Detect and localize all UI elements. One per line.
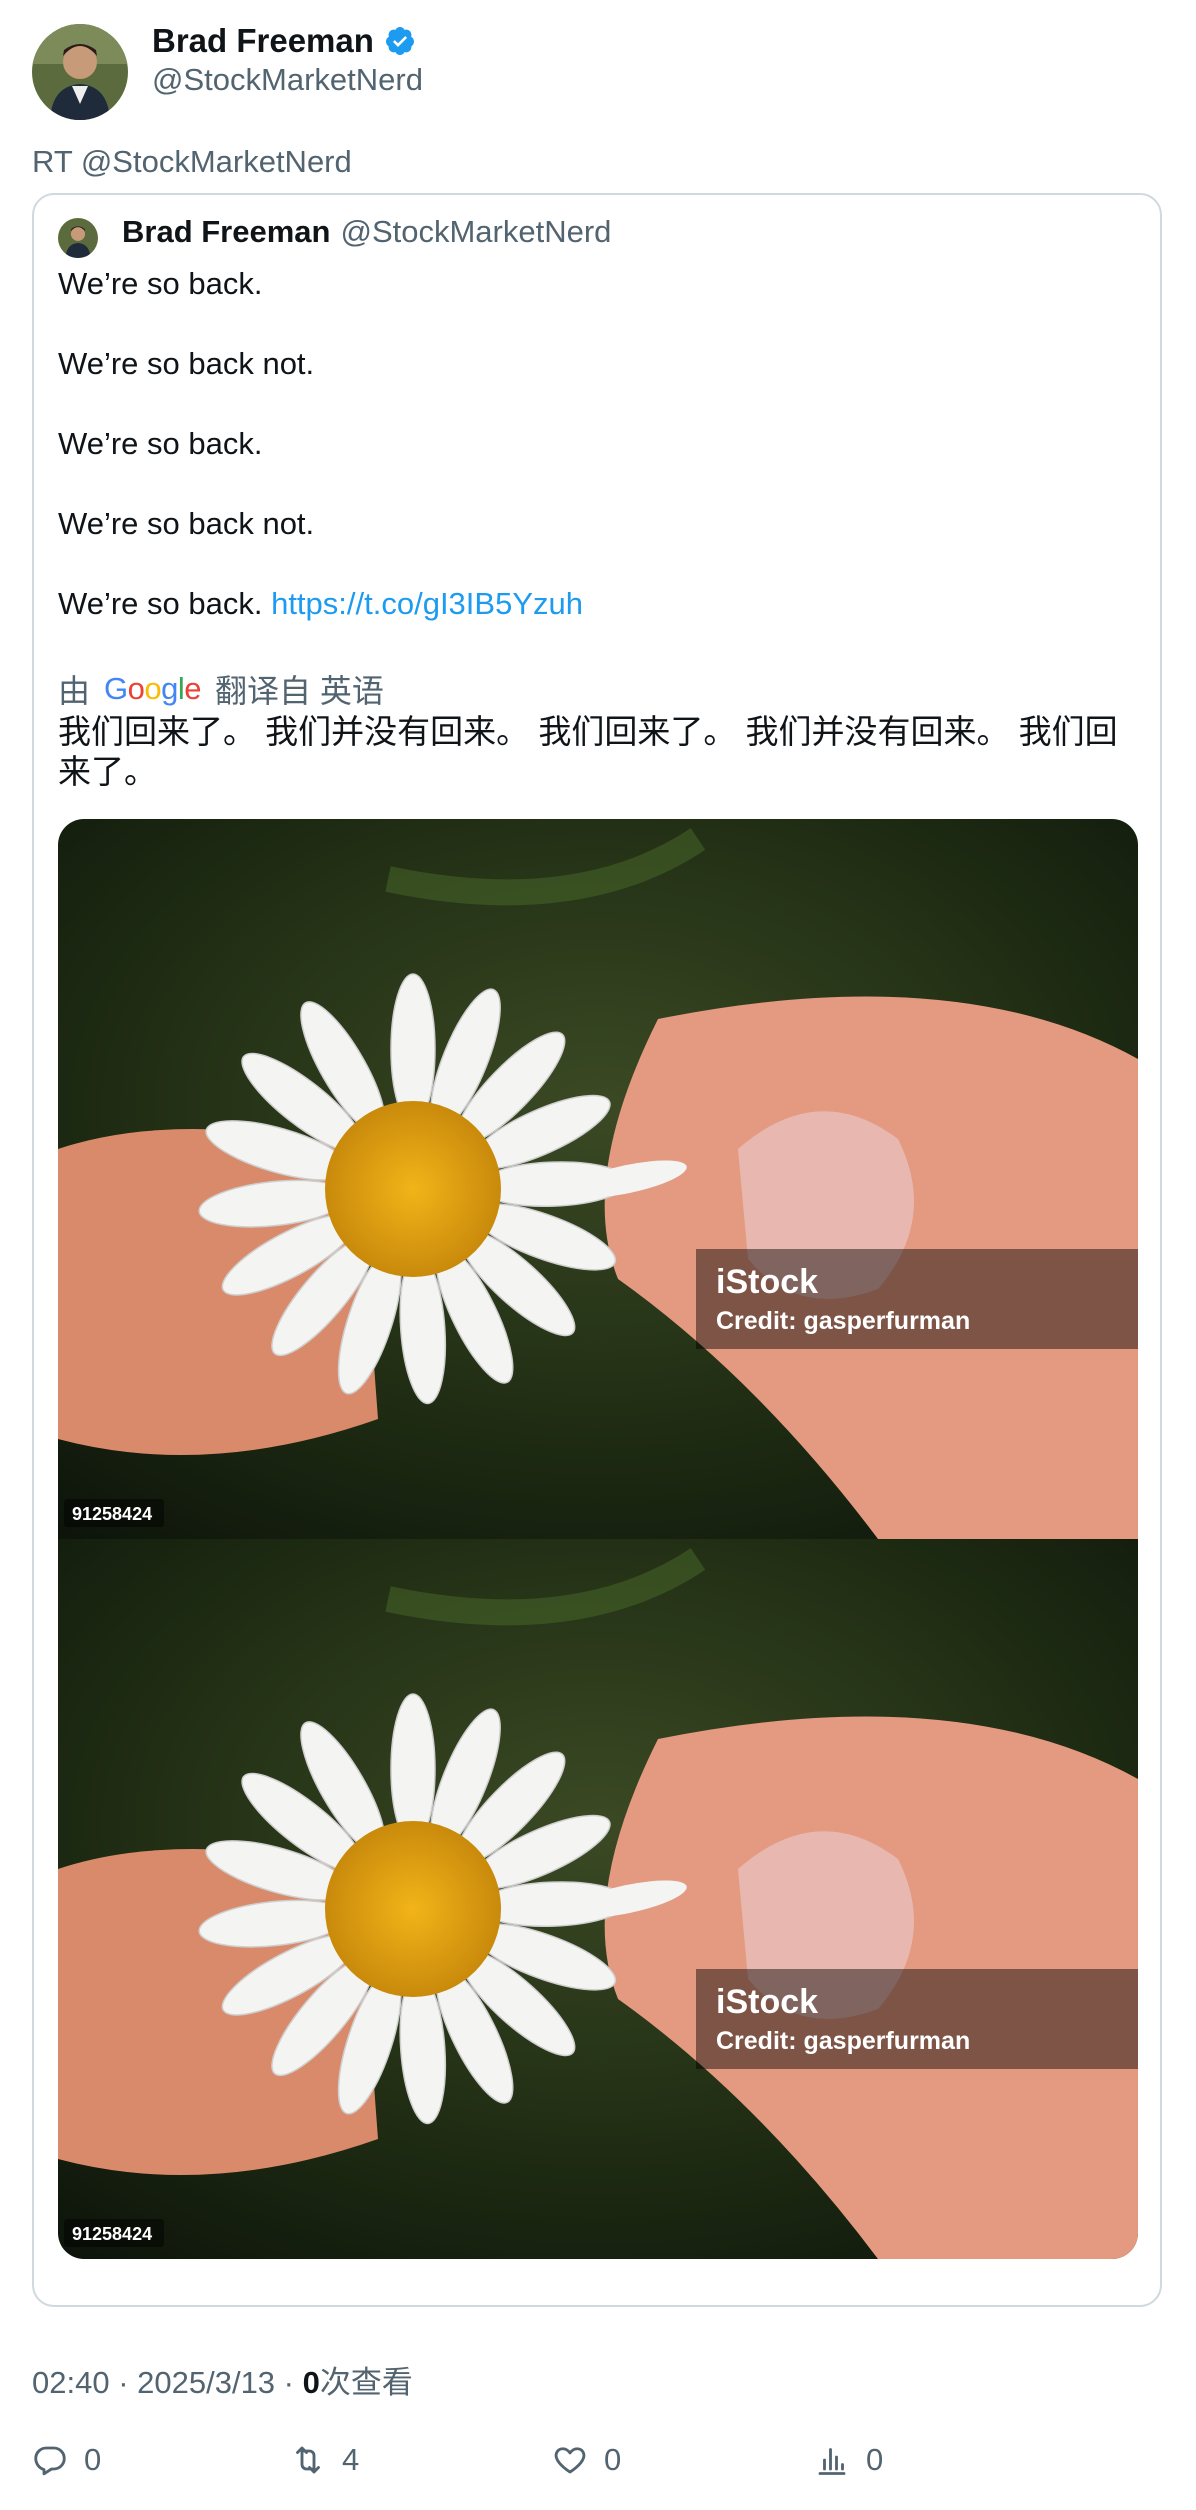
quoted-header: Brad Freeman @StockMarketNerd <box>122 214 611 250</box>
tweet-photo[interactable]: iStock Credit: gasperfurman 91258424 <box>58 819 1138 1539</box>
tweet-link[interactable]: https://t.co/gI3IB5Yzuh <box>271 586 583 621</box>
tweet-time[interactable]: 02:40 <box>32 2365 110 2400</box>
tweet-photo[interactable]: iStock Credit: gasperfurman 91258424 <box>58 1539 1138 2259</box>
verified-badge-icon <box>385 27 414 55</box>
views-stat: 0 <box>866 2442 884 2477</box>
reply-button[interactable]: 0 <box>32 2442 101 2478</box>
istock-brand: iStock <box>716 1263 818 1301</box>
reply-count: 0 <box>84 2442 102 2477</box>
istock-credit: Credit: gasperfurman <box>716 2027 970 2055</box>
media-grid: iStock Credit: gasperfurman 91258424 iSt… <box>58 819 1138 2259</box>
avatar[interactable] <box>32 24 128 120</box>
reply-icon <box>34 2446 66 2476</box>
tweet-line: We’re so back not. <box>58 346 315 381</box>
tweet-line: We’re so back. <box>58 266 263 301</box>
tweet-line: We’re so back. <box>58 426 263 461</box>
quoted-avatar[interactable] <box>58 218 98 258</box>
author-handle[interactable]: @StockMarketNerd <box>152 62 423 98</box>
quoted-author-name[interactable]: Brad Freeman <box>122 214 330 249</box>
translated-text: 我们回来了。 我们并没有回来。 我们回来了。 我们并没有回来。 我们回来了。 <box>58 713 1118 790</box>
tweet-meta: 02:40 · 2025/3/13 · 0次查看 <box>32 2365 413 2400</box>
heart-icon <box>554 2447 586 2474</box>
retweet-icon <box>296 2446 320 2474</box>
translation-attribution[interactable]: 由 Google 翻译自 英语 <box>58 666 384 712</box>
tweet-line: We’re so back. <box>58 586 263 621</box>
retweet-line: RT @StockMarketNerd <box>32 144 352 179</box>
author-name-row: Brad Freeman <box>152 22 416 60</box>
retweet-count: 4 <box>342 2442 360 2477</box>
retweet-button[interactable]: 4 <box>290 2442 359 2478</box>
author-name[interactable]: Brad Freeman <box>152 22 374 60</box>
stock-id: 91258424 <box>72 1504 152 1524</box>
translate-suffix: 翻译自 英语 <box>215 673 384 709</box>
istock-brand: iStock <box>716 1983 818 2021</box>
views-button[interactable]: 0 <box>814 2442 883 2478</box>
translate-prefix: 由 <box>58 673 91 709</box>
like-button[interactable]: 0 <box>552 2442 621 2478</box>
tweet-line: We’re so back not. <box>58 506 315 541</box>
google-logo: Google <box>104 671 202 706</box>
views-count: 0 <box>302 2365 320 2400</box>
tweet-date[interactable]: 2025/3/13 <box>137 2365 275 2400</box>
like-count: 0 <box>604 2442 622 2477</box>
views-label: 次查看 <box>319 2365 413 2400</box>
stock-id: 91258424 <box>72 2224 152 2244</box>
istock-credit: Credit: gasperfurman <box>716 1307 970 1335</box>
analytics-icon <box>818 2448 846 2475</box>
quoted-author-handle[interactable]: @StockMarketNerd <box>340 214 611 249</box>
tweet-line-with-link: We’re so back. https://t.co/gI3IB5Yzuh <box>58 586 583 622</box>
